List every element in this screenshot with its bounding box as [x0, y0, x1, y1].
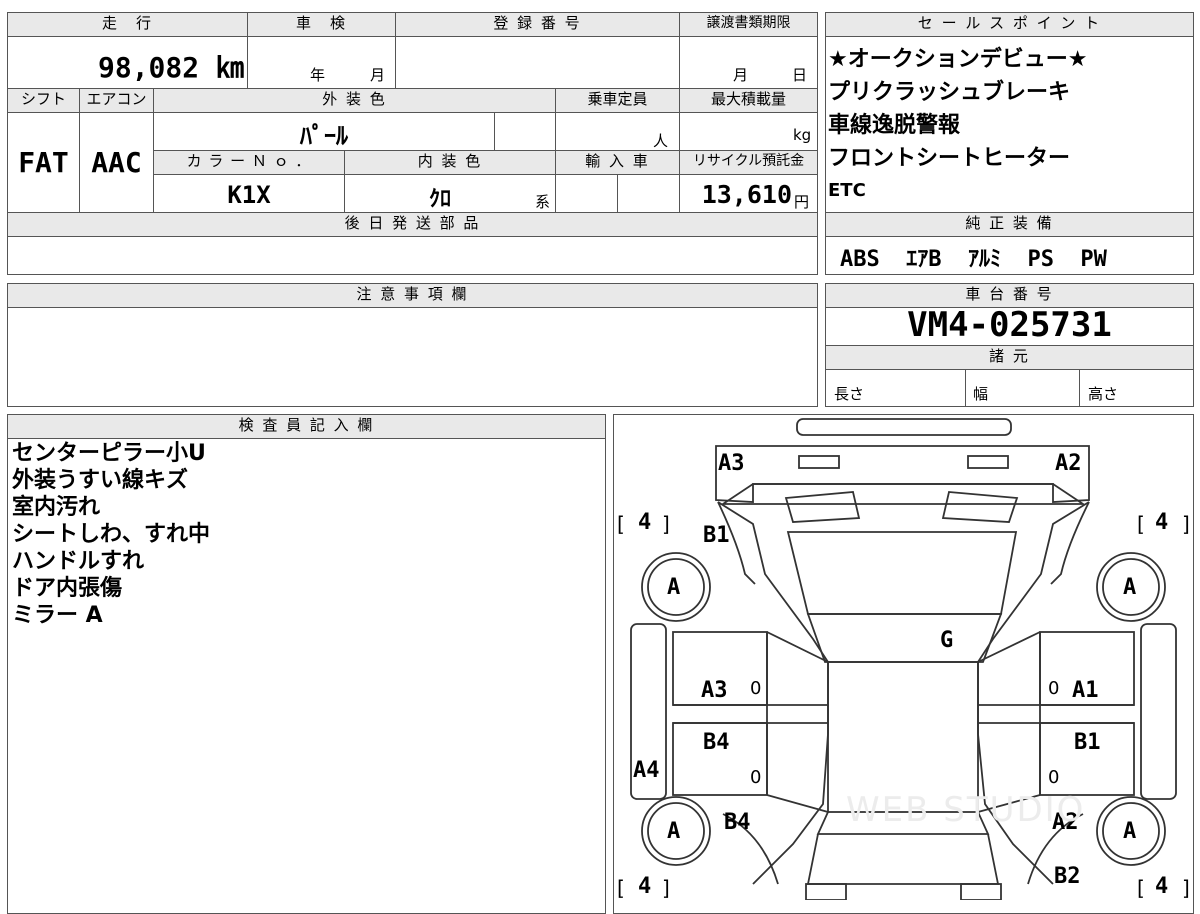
- tire-bracket-left: [: [617, 876, 625, 900]
- equipment-header: 純 正 装 備: [826, 213, 1193, 236]
- sales-point: プリクラッシュブレーキ: [828, 80, 1071, 105]
- spec-width-label: 幅: [973, 385, 989, 403]
- exterior-color-header: 外 装 色: [154, 89, 555, 112]
- inspection-header: 車 検: [248, 13, 395, 36]
- damage-mark: A4: [633, 758, 660, 783]
- tire-score: 4: [638, 510, 652, 535]
- damage-mark: A3: [701, 678, 728, 703]
- sales-point: 車線逸脱警報: [828, 113, 961, 138]
- inspector-line: ミラー A: [12, 603, 103, 628]
- inspector-line: ハンドルすれ: [12, 549, 145, 574]
- specs-header: 諸 元: [826, 346, 1193, 369]
- shift-header: シフト: [8, 89, 79, 112]
- chassis-header: 車 台 番 号: [826, 284, 1193, 307]
- tire-bracket-right: ]: [662, 876, 670, 900]
- mileage-value: 98,082 ㎞: [97, 51, 244, 84]
- tire-bracket-left: [: [1137, 512, 1145, 536]
- inspector-line: シートしわ、すれ中: [12, 522, 211, 547]
- tire-bracket-left: [: [1137, 876, 1145, 900]
- mileage-header: 走 行: [8, 13, 247, 36]
- exterior-color-value: ﾊﾟｰﾙ: [300, 122, 348, 150]
- registration-header: 登 録 番 号: [396, 13, 679, 36]
- damage-mark: G: [940, 628, 954, 653]
- yen-unit: 円: [794, 193, 810, 211]
- sales-points-header: セ ー ル ス ポ イ ン ト: [826, 13, 1193, 36]
- inspector-line: 外装うすい線キズ: [12, 468, 189, 493]
- damage-mark: B2: [1054, 864, 1081, 889]
- inspector-line: センターピラー小U: [12, 441, 206, 466]
- tire-mark: A: [1123, 819, 1137, 844]
- sales-point: ★オークションデビュー★: [828, 47, 1088, 72]
- inspector-header: 検 査 員 記 入 欄: [8, 415, 605, 438]
- shift-value: FAT: [18, 146, 69, 179]
- tire-bracket-right: ]: [662, 512, 670, 536]
- aircon-value: AAC: [91, 146, 142, 179]
- sales-point: ETC: [828, 180, 866, 201]
- chassis-number: VM4-025731: [907, 305, 1112, 345]
- dent-count: 0: [750, 767, 762, 788]
- tire-bracket-left: [: [617, 512, 625, 536]
- sales-point: フロントシートヒーター: [828, 146, 1071, 171]
- inspection-year-unit: 年: [310, 66, 326, 84]
- damage-mark: A1: [1072, 678, 1099, 703]
- watermark: WEB STUDIO: [846, 790, 1086, 830]
- damage-mark: B4: [724, 810, 751, 835]
- spec-length-label: 長さ: [834, 385, 865, 403]
- import-header: 輸 入 車: [556, 151, 679, 174]
- tire-bracket-right: ]: [1182, 876, 1190, 900]
- max-load-header: 最大積載量: [680, 89, 817, 112]
- damage-mark: B1: [703, 523, 730, 548]
- interior-color-header: 内 装 色: [345, 151, 555, 174]
- tire-bracket-right: ]: [1182, 512, 1190, 536]
- load-unit: kg: [793, 126, 812, 144]
- transfer-deadline-header: 譲渡書類期限: [680, 13, 817, 36]
- recycle-fee-header: リサイクル預託金: [680, 151, 817, 174]
- equipment-value: ABS ｴｱB ｱﾙﾐ PS PW: [840, 247, 1107, 272]
- dent-count: 0: [750, 678, 762, 699]
- inspector-line: ドア内張傷: [12, 576, 123, 601]
- color-no-value: K1X: [227, 181, 271, 209]
- aircon-header: エアコン: [80, 89, 153, 112]
- capacity-unit: 人: [653, 132, 669, 150]
- color-no-header: カ ラ ー Ｎ ｏ ．: [154, 151, 344, 174]
- deadline-day-unit: 日: [792, 66, 808, 84]
- tire-score: 4: [638, 874, 652, 899]
- dent-count: 0: [1048, 678, 1060, 699]
- dent-count: 0: [1048, 767, 1060, 788]
- damage-mark: B1: [1074, 730, 1101, 755]
- recycle-fee-value: 13,610: [701, 180, 792, 209]
- later-parts-header: 後 日 発 送 部 品: [8, 213, 817, 236]
- damage-mark: A3: [718, 451, 745, 476]
- tire-mark: A: [1123, 575, 1137, 600]
- spec-height-label: 高さ: [1088, 385, 1119, 403]
- deadline-month-unit: 月: [733, 66, 749, 84]
- tire-mark: A: [667, 819, 681, 844]
- damage-mark: A2: [1055, 451, 1082, 476]
- capacity-header: 乗車定員: [556, 89, 679, 112]
- inspector-line: 室内汚れ: [12, 495, 101, 520]
- interior-color-value: ｸﾛ: [428, 187, 451, 212]
- damage-mark: B4: [703, 730, 730, 755]
- interior-color-suffix: 系: [535, 193, 551, 211]
- notes-header: 注 意 事 項 欄: [8, 284, 817, 307]
- tire-score: 4: [1155, 510, 1169, 535]
- inspection-month-unit: 月: [370, 66, 386, 84]
- tire-mark: A: [667, 575, 681, 600]
- tire-score: 4: [1155, 874, 1169, 899]
